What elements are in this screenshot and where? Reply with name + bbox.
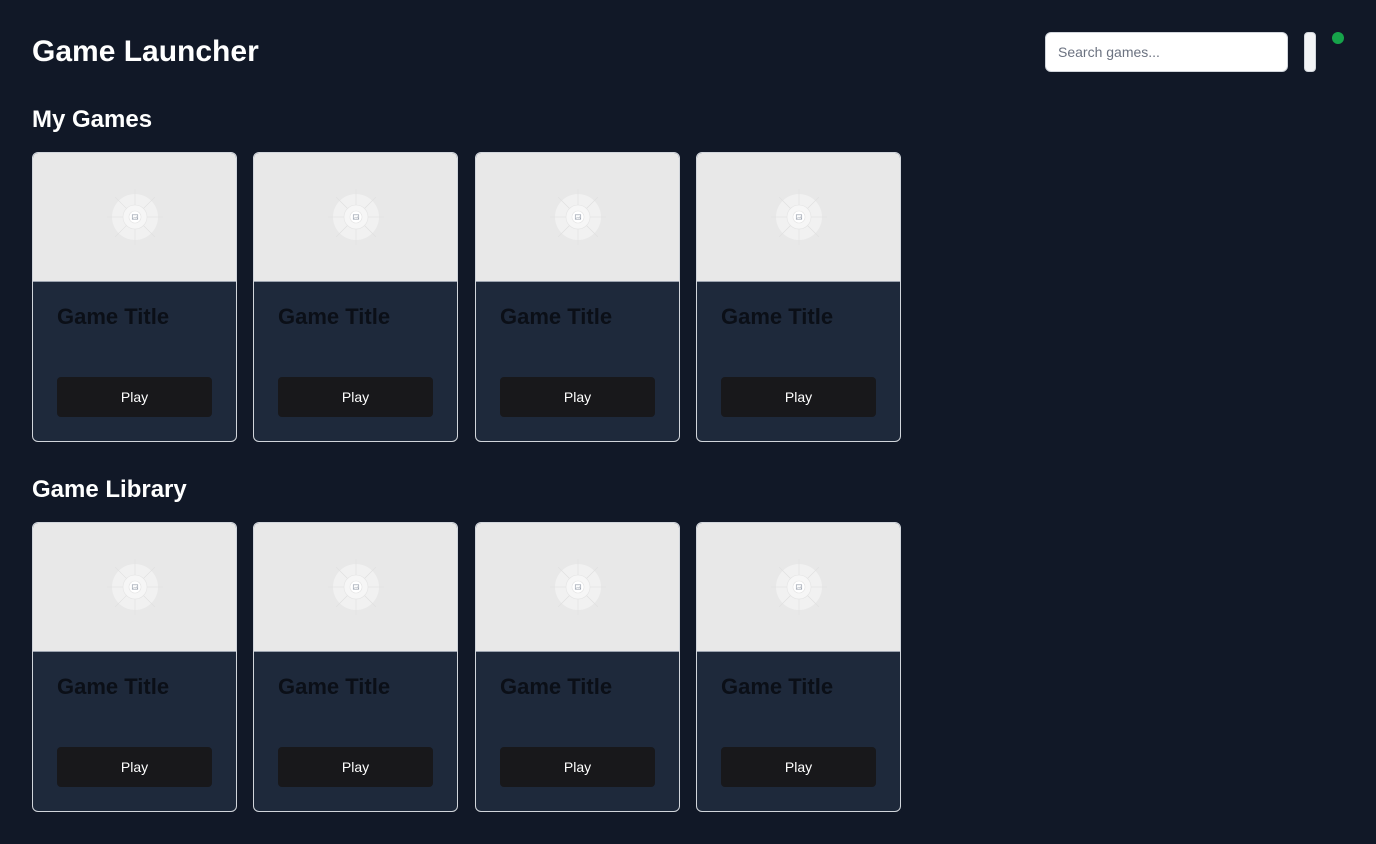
image-placeholder-icon [770,559,827,615]
page-title: Game Launcher [32,35,259,68]
image-placeholder-icon [770,189,827,245]
section-title-game-library: Game Library [32,476,187,503]
image-placeholder-icon [549,559,606,615]
game-title: Game Title [278,674,391,699]
game-title: Game Title [721,304,834,329]
online-status-indicator [1332,32,1344,44]
play-button[interactable]: Play [721,747,876,787]
play-button[interactable]: Play [57,747,212,787]
game-title: Game Title [57,674,170,699]
game-card: Game Title Play [475,152,680,442]
game-thumbnail [33,523,236,652]
game-card: Game Title Play [32,522,237,812]
game-card: Game Title Play [475,522,680,812]
play-button[interactable]: Play [278,747,433,787]
game-thumbnail [697,523,900,652]
game-launcher-page: Game Launcher My Games Game Title Play G… [0,0,1376,844]
image-placeholder-icon [327,559,384,615]
game-title: Game Title [721,674,834,699]
game-card: Game Title Play [696,152,901,442]
profile-button[interactable] [1304,32,1316,72]
game-title: Game Title [500,674,613,699]
play-button[interactable]: Play [57,377,212,417]
game-title: Game Title [278,304,391,329]
game-thumbnail [254,523,457,652]
game-card: Game Title Play [253,152,458,442]
game-thumbnail [254,153,457,282]
game-card: Game Title Play [696,522,901,812]
section-title-my-games: My Games [32,106,153,133]
game-thumbnail [697,153,900,282]
game-title: Game Title [57,304,170,329]
game-card: Game Title Play [253,522,458,812]
game-thumbnail [33,153,236,282]
image-placeholder-icon [106,189,163,245]
image-placeholder-icon [327,189,384,245]
game-thumbnail [476,523,679,652]
play-button[interactable]: Play [721,377,876,417]
play-button[interactable]: Play [500,747,655,787]
game-thumbnail [476,153,679,282]
game-library-grid: Game Title Play Game Title Play Game Tit… [32,522,902,812]
image-placeholder-icon [549,189,606,245]
search-input[interactable] [1045,32,1288,72]
play-button[interactable]: Play [500,377,655,417]
play-button[interactable]: Play [278,377,433,417]
game-card: Game Title Play [32,152,237,442]
game-title: Game Title [500,304,613,329]
my-games-grid: Game Title Play Game Title Play Game Tit… [32,152,902,442]
image-placeholder-icon [106,559,163,615]
